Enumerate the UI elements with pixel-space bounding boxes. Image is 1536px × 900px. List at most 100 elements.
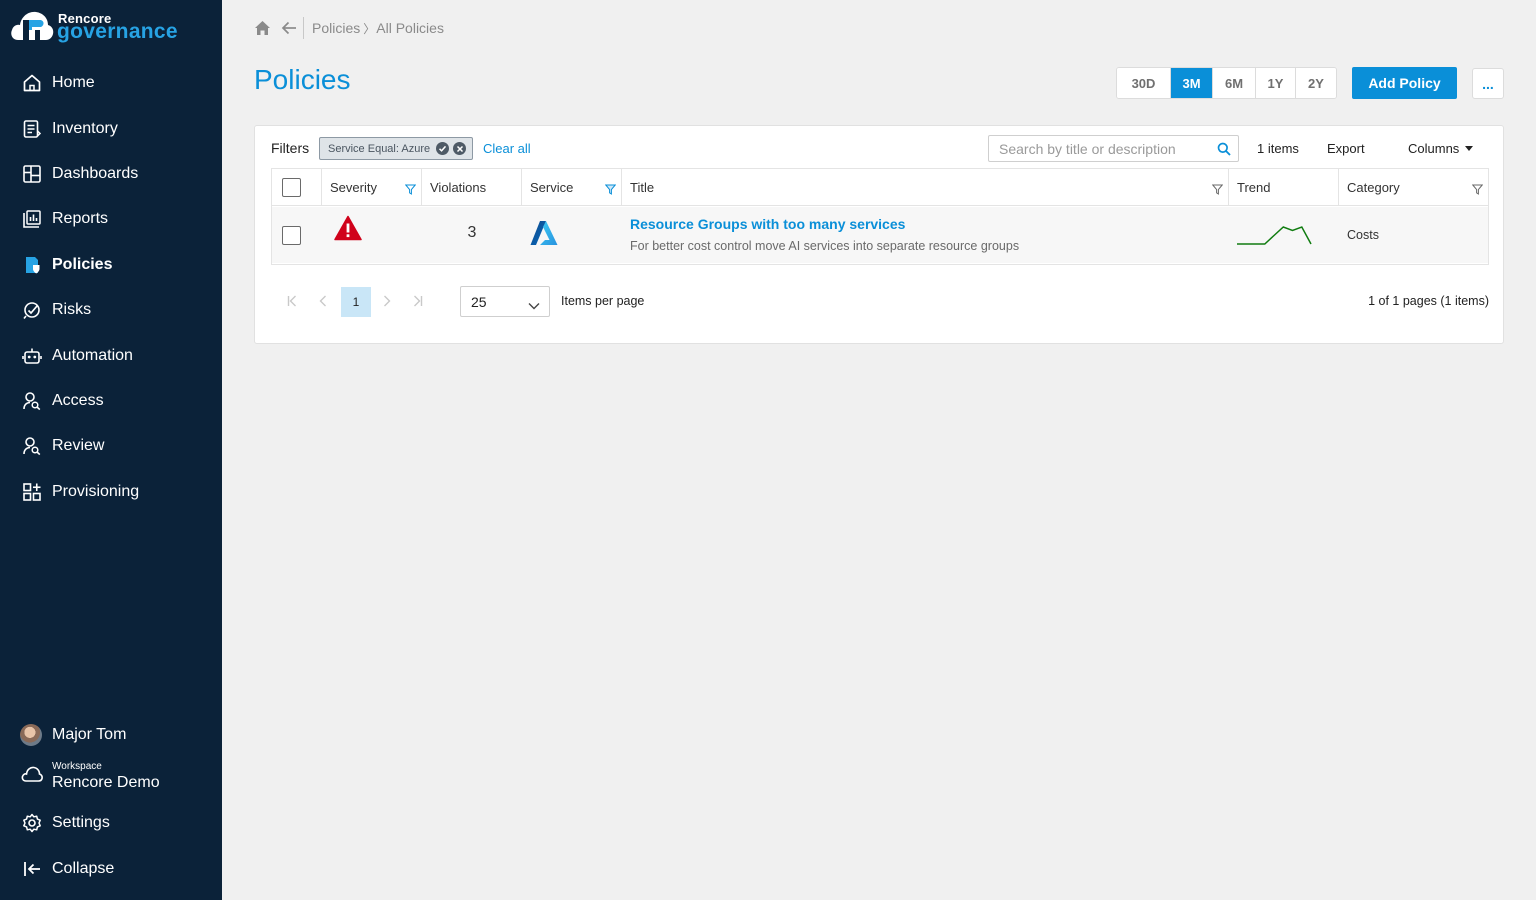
user-search-icon [21,390,43,412]
sidebar-item-dashboards[interactable]: Dashboards [0,156,222,192]
items-per-page-label: Items per page [561,294,645,308]
trend-sparkline [1237,226,1312,245]
sidebar-item-access[interactable]: Access [0,383,222,419]
sidebar-item-label: Dashboards [52,165,139,182]
page-button-1[interactable]: 1 [341,287,371,317]
sidebar-item-provisioning[interactable]: Provisioning [0,474,222,510]
brand-name-bottom: governance [57,20,178,43]
page-size-select[interactable]: 25 [460,286,550,317]
back-arrow-icon[interactable] [281,21,297,35]
header-label: Service [530,180,574,195]
header-title[interactable]: Title [622,169,1229,206]
clear-all-link[interactable]: Clear all [483,141,531,156]
last-page-icon[interactable] [413,294,423,310]
sidebar-item-label: Access [52,392,104,409]
filters-label: Filters [271,140,310,156]
breadcrumb-divider [303,17,304,39]
search-box [988,135,1239,162]
filter-chip-service[interactable]: Service Equal: Azure [319,137,474,160]
sidebar-item-collapse[interactable]: Collapse [0,851,222,887]
sidebar-user[interactable]: Major Tom [0,720,222,750]
add-policy-button[interactable]: Add Policy [1352,67,1457,99]
next-page-icon[interactable] [383,294,391,310]
sidebar-item-reports[interactable]: Reports [0,201,222,237]
header-label: Category [1347,180,1400,195]
export-button[interactable]: Export [1327,141,1365,156]
search-icon[interactable] [1217,142,1231,161]
cloud-logo-icon [11,11,54,41]
workspace-label: Workspace [52,760,102,772]
range-3m-button[interactable]: 3M [1171,68,1213,98]
risks-icon [21,299,43,321]
sidebar-item-automation[interactable]: Automation [0,338,222,374]
warning-triangle-icon [334,215,362,246]
sidebar-item-label: Policies [52,256,113,273]
breadcrumb-separator: 〉 [363,21,376,36]
prev-page-icon[interactable] [319,294,327,310]
sidebar-item-home[interactable]: Home [0,65,222,101]
header-label: Trend [1237,180,1271,195]
columns-label: Columns [1408,141,1460,156]
more-options-button[interactable]: ... [1472,68,1504,99]
sidebar-workspace[interactable]: Workspace Rencore Demo [0,756,222,796]
header-violations[interactable]: Violations [422,169,522,206]
rencore-governance-logo[interactable]: Rencore governance [10,6,210,46]
pagination-info: 1 of 1 pages (1 items) [1368,294,1489,308]
filter-icon[interactable] [604,183,617,198]
filter-chip-label: Service Equal: Azure [328,142,431,155]
range-1y-button[interactable]: 1Y [1256,68,1296,98]
first-page-icon[interactable] [287,294,297,310]
chevron-down-icon [528,297,540,313]
policies-card: Filters Service Equal: Azure Clear all 1… [254,125,1504,344]
sidebar-item-label: Reports [52,210,109,227]
sidebar-item-risks[interactable]: Risks [0,292,222,328]
dashboards-icon [21,163,43,185]
table-row[interactable]: 3 Resource Groups with too many services… [272,207,1488,263]
header-trend[interactable]: Trend [1229,169,1339,206]
home-icon [21,72,43,94]
category-cell: Costs [1347,228,1379,242]
user-search-icon [21,435,43,457]
filter-icon[interactable] [1471,183,1484,198]
home-icon[interactable] [254,20,271,36]
policy-title-link[interactable]: Resource Groups with too many services [630,216,905,232]
sidebar-item-label: Automation [52,347,133,364]
trend-cell [1236,207,1312,263]
columns-dropdown[interactable]: Columns [1408,141,1474,156]
azure-icon [530,220,558,251]
cloud-icon [21,765,43,788]
filter-icon[interactable] [1211,183,1224,198]
range-2y-button[interactable]: 2Y [1296,68,1336,98]
time-range-toggle: 30D 3M 6M 1Y 2Y [1116,67,1337,99]
sidebar-item-inventory[interactable]: Inventory [0,111,222,147]
header-select-cell [272,169,322,206]
inventory-icon [21,118,43,140]
policies-table: Severity Violations Service Title Trend … [271,168,1489,265]
header-label: Severity [330,180,377,195]
sidebar-item-settings[interactable]: Settings [0,805,222,841]
sidebar-item-policies[interactable]: Policies [0,247,222,283]
select-all-checkbox[interactable] [282,178,301,197]
close-circle-icon[interactable] [453,142,467,155]
range-30d-button[interactable]: 30D [1117,68,1171,98]
header-category[interactable]: Category [1339,169,1488,206]
page-title: Policies [254,64,351,95]
search-input[interactable] [989,136,1211,161]
table-header: Severity Violations Service Title Trend … [272,169,1488,206]
header-label: Title [630,180,655,195]
user-name: Major Tom [52,726,127,743]
header-severity[interactable]: Severity [322,169,422,206]
breadcrumb: Policies 〉 All Policies [254,17,444,39]
header-service[interactable]: Service [522,169,622,206]
reports-icon [21,208,43,230]
check-circle-icon[interactable] [436,142,450,155]
filter-icon[interactable] [404,183,417,198]
pagination: 1 25 Items per page 1 of 1 pages (1 item… [279,286,1489,318]
sidebar-item-label: Collapse [52,860,115,877]
row-checkbox[interactable] [282,225,301,245]
breadcrumb-policies[interactable]: Policies [312,20,360,36]
items-count: 1 items [1257,141,1299,156]
collapse-icon [21,858,43,880]
sidebar-item-review[interactable]: Review [0,428,222,464]
range-6m-button[interactable]: 6M [1213,68,1256,98]
